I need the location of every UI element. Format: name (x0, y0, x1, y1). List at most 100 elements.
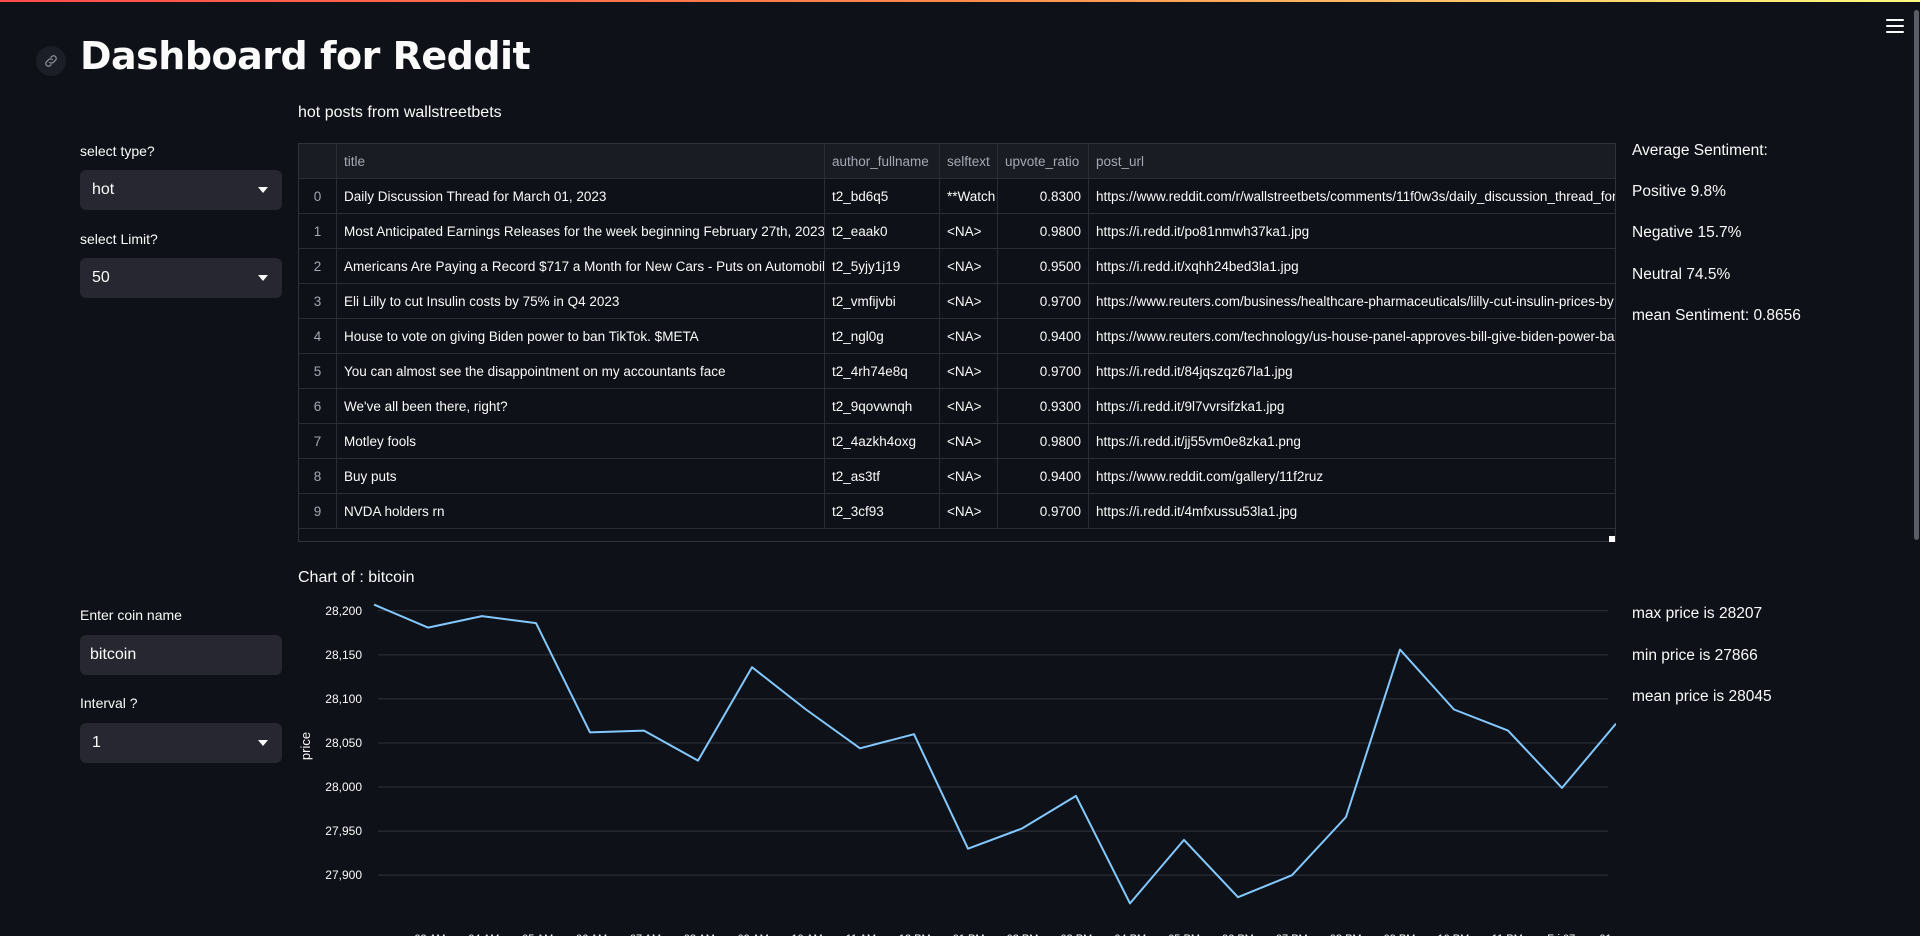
interval-dropdown[interactable]: 1 (80, 723, 282, 763)
author-cell[interactable]: t2_vmfijvbi (825, 284, 940, 319)
price-line-chart[interactable]: 28,200 28,150 28,100 28,050 28,000 27,950 27,9… (298, 596, 1616, 936)
selftext-cell[interactable]: <NA> (940, 459, 998, 494)
upvote-ratio-cell[interactable]: 0.9800 (998, 424, 1089, 459)
table-row[interactable]: 8 Buy puts t2_as3tf <NA> 0.9400 https://www.r… (299, 459, 1615, 494)
row-index[interactable]: 3 (299, 284, 337, 319)
post-url-cell[interactable]: https://www.reddit.com/r/wallstreetbets/… (1089, 179, 1615, 214)
title-cell[interactable]: Motley fools (337, 424, 825, 459)
row-index[interactable]: 4 (299, 319, 337, 354)
selftext-cell[interactable]: <NA> (940, 389, 998, 424)
author-cell[interactable]: t2_as3tf (825, 459, 940, 494)
table-row[interactable]: 7 Motley fools t2_4azkh4oxg <NA> 0.9800 https… (299, 424, 1615, 459)
selftext-cell[interactable]: <NA> (940, 249, 998, 284)
selftext-cell[interactable]: **Watch (940, 179, 998, 214)
scrollbar-thumb[interactable] (1914, 10, 1919, 540)
y-tick-label: 28,100 (325, 692, 362, 706)
author-cell[interactable]: t2_ngl0g (825, 319, 940, 354)
title-cell[interactable]: NVDA holders rn (337, 494, 825, 529)
selftext-cell[interactable]: <NA> (940, 319, 998, 354)
post-url-cell[interactable]: https://i.redd.it/xqhh24bed3la1.jpg (1089, 249, 1615, 284)
row-index[interactable]: 6 (299, 389, 337, 424)
author-cell[interactable]: t2_eaak0 (825, 214, 940, 249)
upvote-ratio-cell[interactable]: 0.9400 (998, 319, 1089, 354)
select-type-value: hot (92, 181, 115, 198)
row-index[interactable]: 1 (299, 214, 337, 249)
title-cell[interactable]: Americans Are Paying a Record $717 a Mon… (337, 249, 825, 284)
title-cell[interactable]: Most Anticipated Earnings Releases for t… (337, 214, 825, 249)
table-row[interactable]: 9 NVDA holders rn t2_3cf93 <NA> 0.9700 https:… (299, 494, 1615, 529)
upvote-ratio-cell[interactable]: 0.9700 (998, 284, 1089, 319)
select-type-dropdown[interactable]: hot (80, 170, 282, 210)
table-row[interactable]: 4 House to vote on giving Biden power to … (299, 319, 1615, 354)
column-header[interactable]: upvote_ratio (998, 144, 1089, 179)
title-cell[interactable]: You can almost see the disappointment on… (337, 354, 825, 389)
author-cell[interactable]: t2_3cf93 (825, 494, 940, 529)
upvote-ratio-cell[interactable]: 0.9700 (998, 354, 1089, 389)
coin-name-input[interactable] (80, 635, 282, 675)
min-price-stat: min price is 27866 (1632, 647, 1758, 664)
row-index[interactable]: 2 (299, 249, 337, 284)
chevron-down-icon (258, 275, 268, 281)
posts-table[interactable]: title author_fullname selftext upvote_ra… (298, 143, 1616, 542)
table-row[interactable]: 5 You can almost see the disappointment o… (299, 354, 1615, 389)
row-index[interactable]: 9 (299, 494, 337, 529)
author-cell[interactable]: t2_4rh74e8q (825, 354, 940, 389)
top-accent-bar (0, 0, 1920, 2)
title-cell[interactable]: Buy puts (337, 459, 825, 494)
selftext-cell[interactable]: <NA> (940, 494, 998, 529)
table-row[interactable]: 3 Eli Lilly to cut Insulin costs by 75% i… (299, 284, 1615, 319)
sentiment-heading: Average Sentiment: (1632, 142, 1768, 159)
title-cell[interactable]: Daily Discussion Thread for March 01, 20… (337, 179, 825, 214)
column-header[interactable]: post_url (1089, 144, 1615, 179)
post-url-cell[interactable]: https://i.redd.it/84jqszqz67la1.jpg (1089, 354, 1615, 389)
y-tick-label: 28,200 (325, 604, 362, 618)
title-cell[interactable]: House to vote on giving Biden power to b… (337, 319, 825, 354)
upvote-ratio-cell[interactable]: 0.9300 (998, 389, 1089, 424)
upvote-ratio-cell[interactable]: 0.9800 (998, 214, 1089, 249)
upvote-ratio-cell[interactable]: 0.9700 (998, 494, 1089, 529)
upvote-ratio-cell[interactable]: 0.9500 (998, 249, 1089, 284)
post-url-cell[interactable]: https://www.reddit.com/gallery/11f2ruz (1089, 459, 1615, 494)
table-resize-handle[interactable] (1609, 536, 1615, 542)
author-cell[interactable]: t2_4azkh4oxg (825, 424, 940, 459)
chevron-down-icon (258, 187, 268, 193)
select-limit-dropdown[interactable]: 50 (80, 258, 282, 298)
upvote-ratio-cell[interactable]: 0.9400 (998, 459, 1089, 494)
post-url-cell[interactable]: https://i.redd.it/4mfxussu53la1.jpg (1089, 494, 1615, 529)
column-header[interactable] (299, 144, 337, 179)
price-series-line (373, 603, 1616, 905)
column-header[interactable]: selftext (940, 144, 998, 179)
page-title: Dashboard for Reddit (80, 34, 531, 78)
row-index[interactable]: 0 (299, 179, 337, 214)
author-cell[interactable]: t2_5yjy1j19 (825, 249, 940, 284)
table-row[interactable]: 2 Americans Are Paying a Record $717 a Mo… (299, 249, 1615, 284)
post-url-cell[interactable]: https://i.redd.it/9l7vvrsifzka1.jpg (1089, 389, 1615, 424)
row-index[interactable]: 7 (299, 424, 337, 459)
selftext-cell[interactable]: <NA> (940, 284, 998, 319)
upvote-ratio-cell[interactable]: 0.8300 (998, 179, 1089, 214)
post-url-cell[interactable]: https://i.redd.it/po81nmwh37ka1.jpg (1089, 214, 1615, 249)
link-icon[interactable] (36, 46, 66, 76)
author-cell[interactable]: t2_bd6q5 (825, 179, 940, 214)
title-cell[interactable]: Eli Lilly to cut Insulin costs by 75% in… (337, 284, 825, 319)
row-index[interactable]: 5 (299, 354, 337, 389)
y-tick-label: 28,050 (325, 736, 362, 750)
post-url-cell[interactable]: https://www.reuters.com/business/healthc… (1089, 284, 1615, 319)
table-row[interactable]: 1 Most Anticipated Earnings Releases for … (299, 214, 1615, 249)
selftext-cell[interactable]: <NA> (940, 354, 998, 389)
column-header[interactable]: title (337, 144, 825, 179)
post-url-cell[interactable]: https://i.redd.it/jj55vm0e8zka1.png (1089, 424, 1615, 459)
title-cell[interactable]: We've all been there, right? (337, 389, 825, 424)
table-row[interactable]: 6 We've all been there, right? t2_9qovwnqh… (299, 389, 1615, 424)
column-header[interactable]: author_fullname (825, 144, 940, 179)
table-row[interactable]: 0 Daily Discussion Thread for March 01, 2… (299, 179, 1615, 214)
y-tick-label: 28,000 (325, 780, 362, 794)
chart-title: Chart of : bitcoin (298, 569, 415, 586)
hamburger-menu-icon[interactable] (1884, 16, 1906, 36)
author-cell[interactable]: t2_9qovwnqh (825, 389, 940, 424)
row-index[interactable]: 8 (299, 459, 337, 494)
selftext-cell[interactable]: <NA> (940, 424, 998, 459)
selftext-cell[interactable]: <NA> (940, 214, 998, 249)
post-url-cell[interactable]: https://www.reuters.com/technology/us-ho… (1089, 319, 1615, 354)
y-axis-label: price (298, 732, 313, 760)
